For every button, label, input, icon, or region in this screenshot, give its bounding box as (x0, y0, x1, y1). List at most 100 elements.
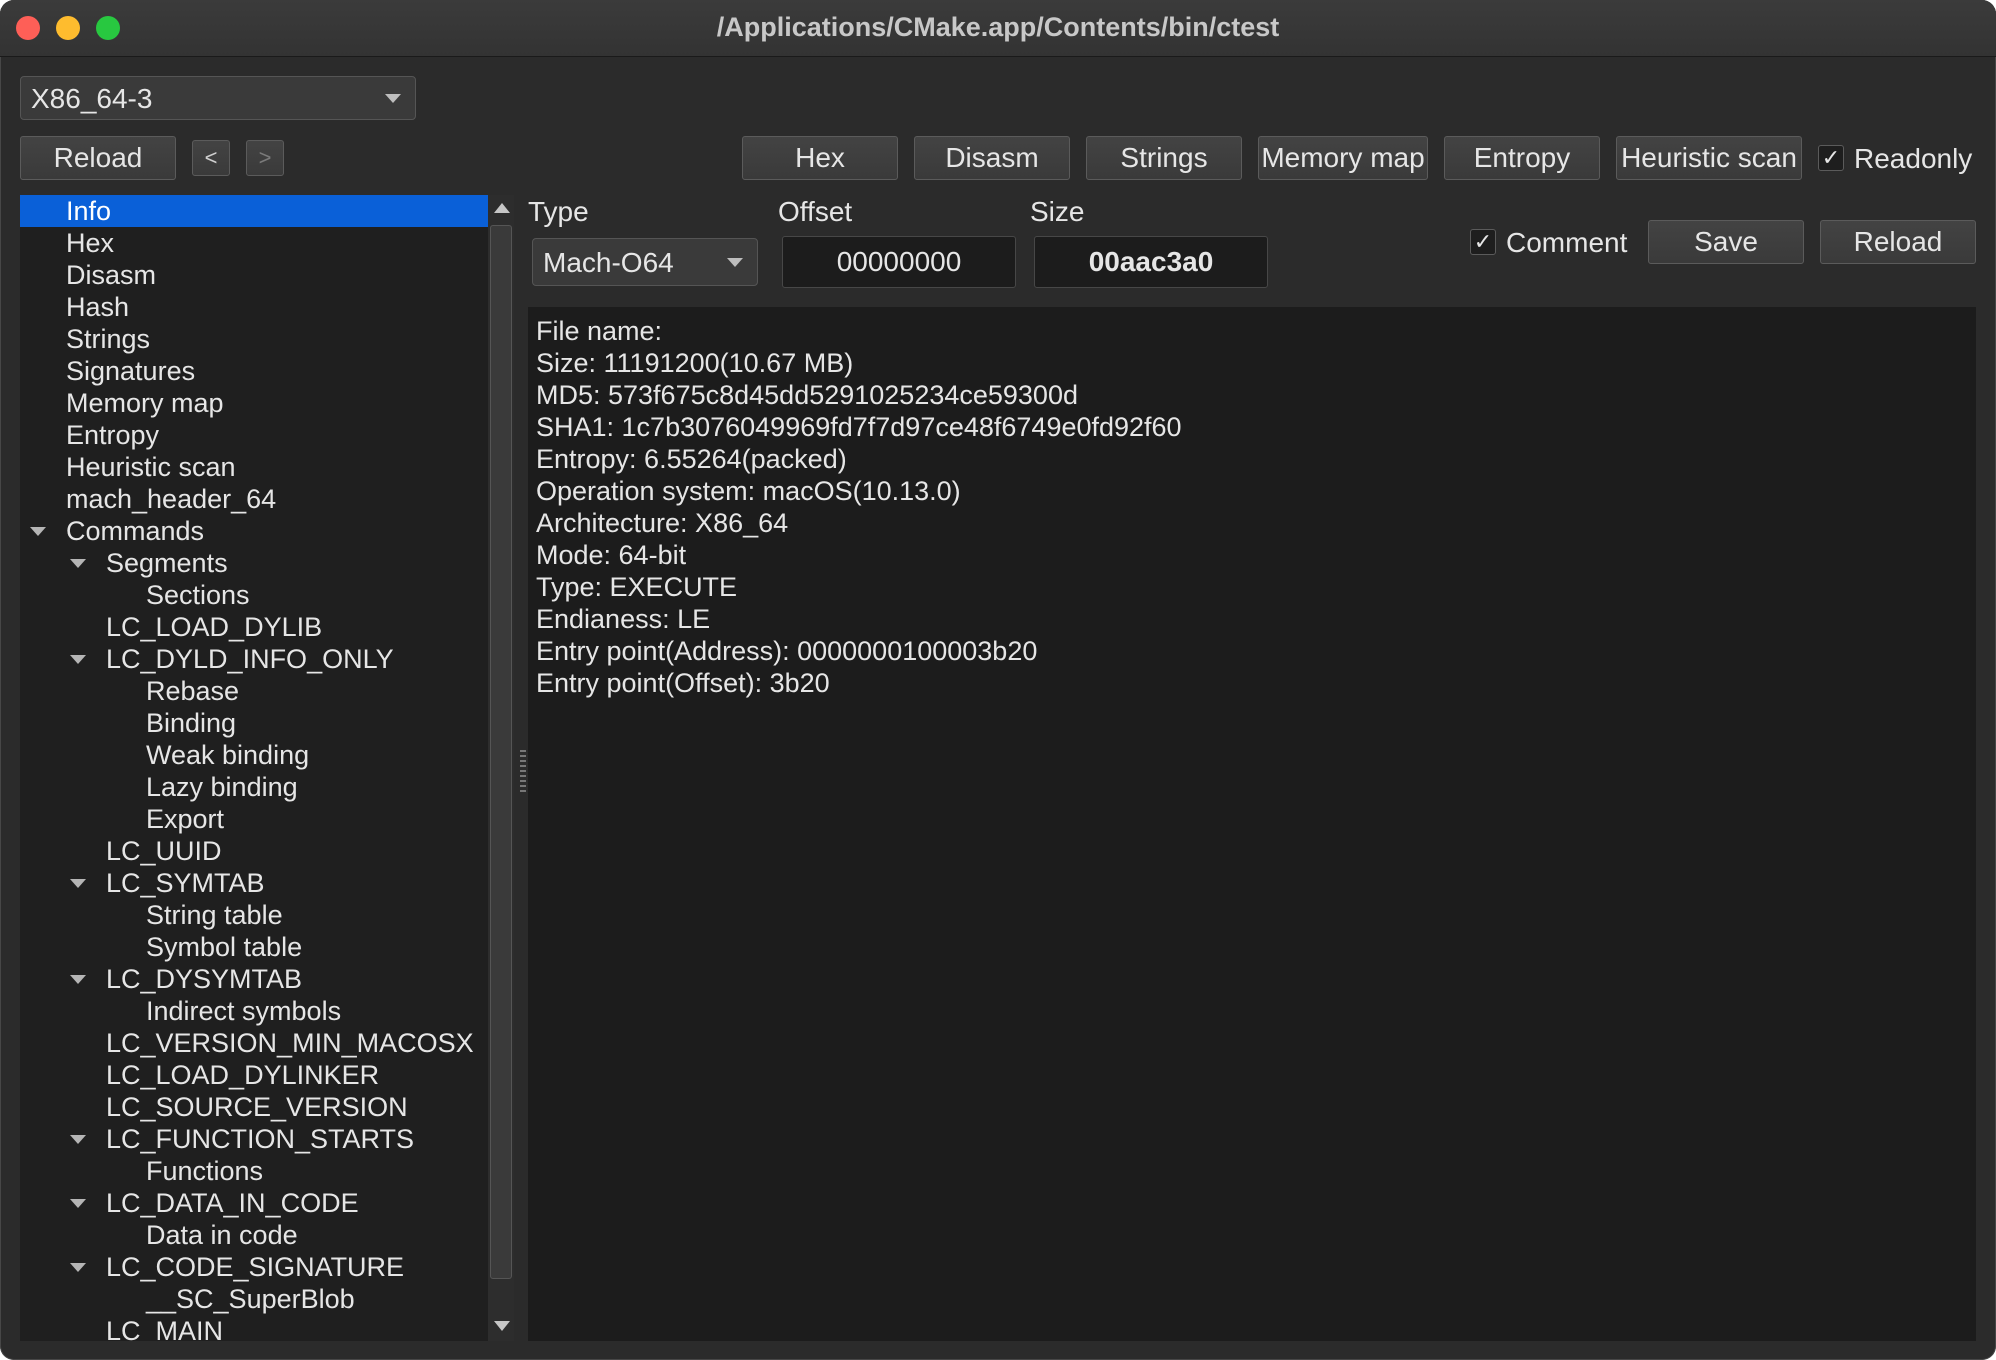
tree-item[interactable]: Info (20, 195, 488, 227)
tree-item-label: LC_SYMTAB (106, 868, 265, 898)
tree-item-label: Sections (146, 580, 250, 610)
tree-item[interactable]: Heuristic scan (20, 451, 488, 483)
tree-item-label: LC_DATA_IN_CODE (106, 1188, 359, 1218)
save-button[interactable]: Save (1648, 220, 1804, 264)
tree-item[interactable]: Signatures (20, 355, 488, 387)
tree-item[interactable]: __SC_SuperBlob (20, 1283, 488, 1315)
chevron-down-icon (727, 258, 743, 267)
tree-item[interactable]: LC_LOAD_DYLIB (20, 611, 488, 643)
tree-item-label: Rebase (146, 676, 240, 706)
tree-item[interactable]: Rebase (20, 675, 488, 707)
info-line: Architecture: X86_64 (536, 508, 789, 538)
info-text-area[interactable]: File name: Size: 11191200(10.67 MB) MD5: 5… (528, 307, 1976, 1341)
readonly-label: Readonly (1854, 143, 1973, 174)
tree-scrollbar[interactable] (488, 195, 514, 1341)
expand-caret-icon[interactable] (70, 975, 86, 984)
scrollbar-thumb[interactable] (490, 225, 512, 1279)
tree-item-label: Indirect symbols (146, 996, 342, 1026)
tree-item-label: String table (146, 900, 283, 930)
expand-caret-icon[interactable] (70, 1263, 86, 1272)
expand-caret-icon[interactable] (70, 655, 86, 664)
tree-item[interactable]: LC_MAIN (20, 1315, 488, 1341)
tree-item[interactable]: Commands (20, 515, 488, 547)
expand-caret-icon[interactable] (70, 559, 86, 568)
expand-caret-icon[interactable] (70, 1199, 86, 1208)
tree-item[interactable]: LC_SOURCE_VERSION (20, 1091, 488, 1123)
tree-item[interactable]: LC_DYLD_INFO_ONLY (20, 643, 488, 675)
tree-item[interactable]: LC_SYMTAB (20, 867, 488, 899)
tree-item[interactable]: LC_DYSYMTAB (20, 963, 488, 995)
readonly-checkbox[interactable]: ✓ Readonly (1818, 143, 1972, 175)
tree-item-label: LC_SOURCE_VERSION (106, 1092, 408, 1122)
tree-item[interactable]: Functions (20, 1155, 488, 1187)
app-window: /Applications/CMake.app/Contents/bin/cte… (0, 0, 1996, 1360)
tree-item[interactable]: Hash (20, 291, 488, 323)
tree-item[interactable]: Indirect symbols (20, 995, 488, 1027)
tree-item[interactable]: Hex (20, 227, 488, 259)
back-button[interactable]: < (192, 140, 230, 176)
tree-item-label: __SC_SuperBlob (146, 1284, 355, 1314)
architecture-select[interactable]: X86_64-3 (20, 76, 416, 120)
tree-item[interactable]: String table (20, 899, 488, 931)
expand-caret-icon[interactable] (70, 1135, 86, 1144)
tree-item-label: Disasm (66, 260, 157, 290)
tree-item[interactable]: Data in code (20, 1219, 488, 1251)
comment-checkbox[interactable]: ✓ Comment (1470, 227, 1627, 259)
strings-button[interactable]: Strings (1086, 136, 1242, 180)
tree-item-label: Entropy (66, 420, 160, 450)
tree-item[interactable]: LC_FUNCTION_STARTS (20, 1123, 488, 1155)
splitter-handle[interactable] (520, 750, 526, 792)
structure-tree[interactable]: Info Hex Disasm Hash Strings Signatures Memory… (20, 195, 488, 1341)
tree-item-label: LC_LOAD_DYLIB (106, 612, 323, 642)
checkmark-icon: ✓ (1470, 228, 1496, 255)
tree-item[interactable]: Memory map (20, 387, 488, 419)
entropy-button[interactable]: Entropy (1444, 136, 1600, 180)
tree-item-label: Segments (106, 548, 228, 578)
tree-item-label: Functions (146, 1156, 264, 1186)
heuristic-scan-button[interactable]: Heuristic scan (1616, 136, 1802, 180)
offset-field[interactable]: 00000000 (782, 236, 1016, 288)
tree-item[interactable]: Disasm (20, 259, 488, 291)
tree-item[interactable]: LC_LOAD_DYLINKER (20, 1059, 488, 1091)
info-line: Entry point(Offset): 3b20 (536, 668, 830, 698)
expand-caret-icon[interactable] (70, 879, 86, 888)
tree-item-label: LC_LOAD_DYLINKER (106, 1060, 380, 1090)
tree-item[interactable]: Entropy (20, 419, 488, 451)
type-select[interactable]: Mach-O64 (532, 238, 758, 286)
tree-item[interactable]: Binding (20, 707, 488, 739)
info-line: Entropy: 6.55264(packed) (536, 444, 847, 474)
tree-item[interactable]: LC_UUID (20, 835, 488, 867)
tree-item[interactable]: Export (20, 803, 488, 835)
tree-item[interactable]: Lazy binding (20, 771, 488, 803)
info-line: Operation system: macOS(10.13.0) (536, 476, 961, 506)
tree-item-label: LC_VERSION_MIN_MACOSX (106, 1028, 474, 1058)
disasm-button[interactable]: Disasm (914, 136, 1070, 180)
title-bar: /Applications/CMake.app/Contents/bin/cte… (0, 0, 1996, 57)
expand-caret-icon[interactable] (30, 527, 46, 536)
tree-item[interactable]: Segments (20, 547, 488, 579)
forward-button[interactable]: > (246, 140, 284, 176)
tree-item-label: Commands (66, 516, 205, 546)
tree-item[interactable]: LC_CODE_SIGNATURE (20, 1251, 488, 1283)
tree-item[interactable]: Sections (20, 579, 488, 611)
size-field[interactable]: 00aac3a0 (1034, 236, 1268, 288)
info-line: Type: EXECUTE (536, 572, 738, 602)
scroll-down-arrow-icon[interactable] (494, 1321, 510, 1331)
size-label: Size (1030, 196, 1085, 227)
scroll-up-arrow-icon[interactable] (494, 203, 510, 213)
hex-button[interactable]: Hex (742, 136, 898, 180)
reload-button[interactable]: Reload (20, 136, 176, 180)
tree-item[interactable]: mach_header_64 (20, 483, 488, 515)
memory-map-button[interactable]: Memory map (1258, 136, 1428, 180)
tree-item[interactable]: Symbol table (20, 931, 488, 963)
tree-item[interactable]: Strings (20, 323, 488, 355)
tree-item[interactable]: LC_VERSION_MIN_MACOSX (20, 1027, 488, 1059)
info-reload-button[interactable]: Reload (1820, 220, 1976, 264)
tree-item[interactable]: LC_DATA_IN_CODE (20, 1187, 488, 1219)
tree-item[interactable]: Weak binding (20, 739, 488, 771)
info-line: Endianess: LE (536, 604, 711, 634)
checkmark-icon: ✓ (1818, 144, 1844, 171)
tree-item-label: Signatures (66, 356, 196, 386)
tree-item-label: mach_header_64 (66, 484, 277, 514)
tree-item-label: Memory map (66, 388, 224, 418)
